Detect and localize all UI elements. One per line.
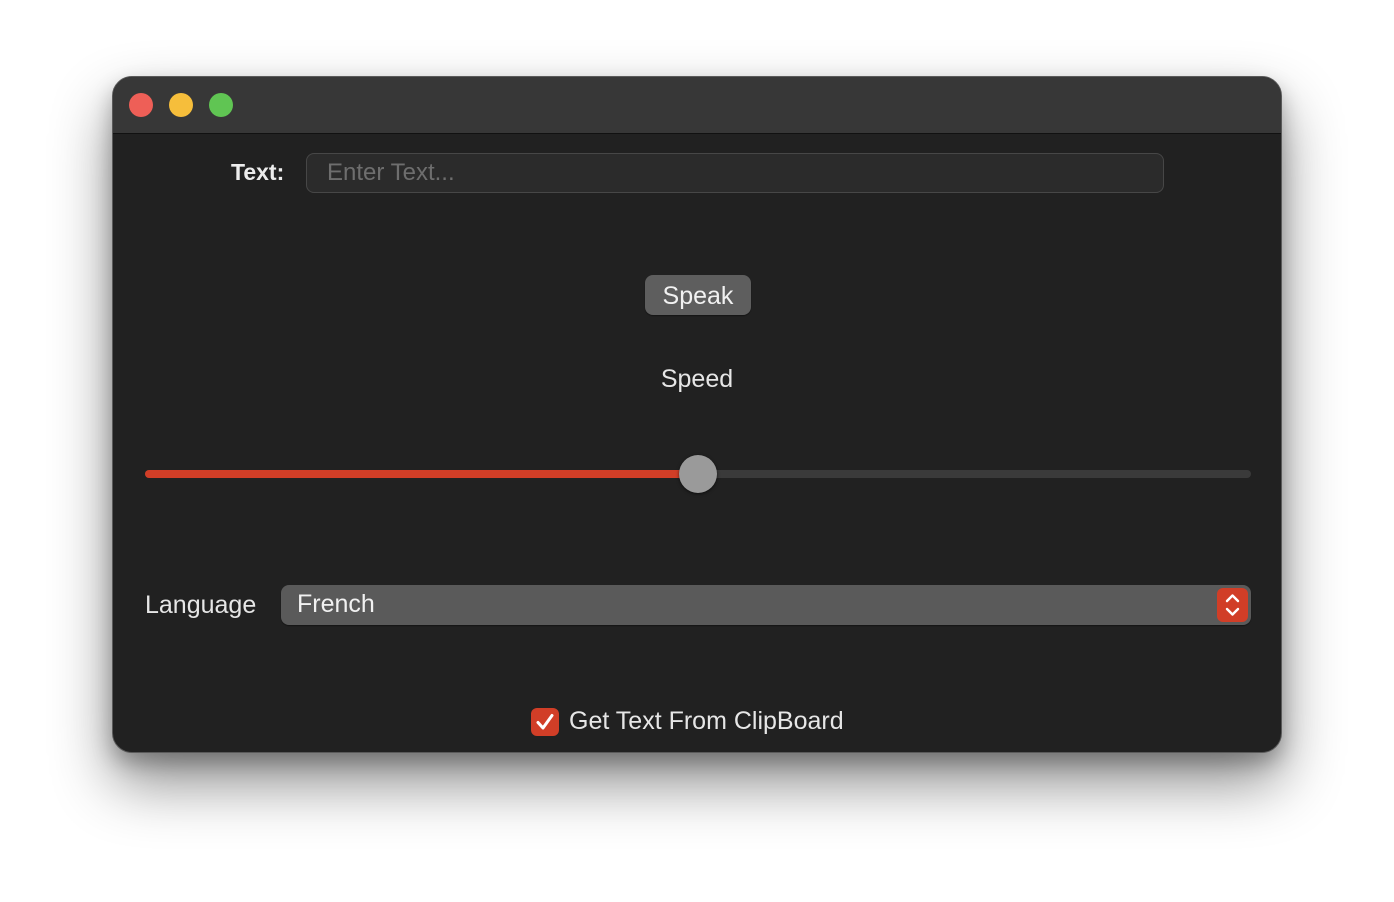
title-bar[interactable] [113,77,1281,134]
speak-button[interactable]: Speak [645,275,751,315]
language-selected-value: French [297,590,375,618]
text-field-label: Text: [231,159,285,185]
slider-fill [145,470,698,478]
close-window-button[interactable] [129,93,153,117]
speed-label: Speed [660,365,734,393]
minimize-window-button[interactable] [169,93,193,117]
language-label: Language [145,591,257,619]
speed-slider[interactable] [145,455,1251,493]
up-down-chevron-icon[interactable] [1217,588,1248,622]
text-input[interactable] [306,153,1164,193]
zoom-window-button[interactable] [209,93,233,117]
slider-thumb[interactable] [679,455,717,493]
clipboard-checkbox-label[interactable]: Get Text From ClipBoard [569,707,844,736]
app-window: Text: Speak Speed Language French Get Te… [112,76,1282,753]
checkmark-icon [536,714,554,730]
language-select[interactable]: French [281,585,1251,625]
clipboard-checkbox[interactable] [531,708,559,736]
